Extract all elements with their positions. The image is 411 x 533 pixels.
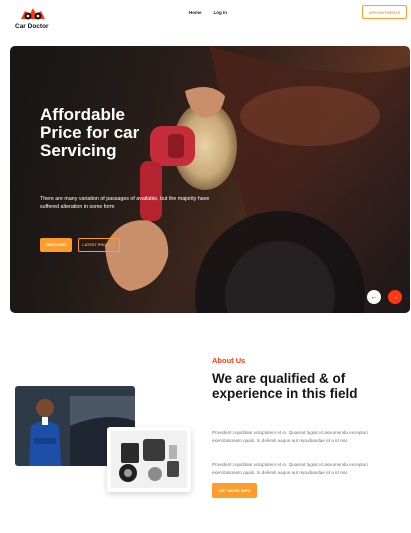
hero-car-polishing-image [105,46,410,313]
about-paragraph: Provident cupiditate voluptatem et in. Q… [212,462,368,475]
hero-description: There are many variation of passages of … [40,196,210,210]
about-title: We are qualified & of experience in this… [212,371,358,401]
nav-home[interactable]: Home [189,10,202,15]
appointments-button[interactable]: APPOINTMENTS [362,5,407,19]
arrow-left-icon[interactable]: ← [367,290,381,304]
hero-title: Affordable Price for car Servicing [40,105,140,160]
latest-project-button[interactable]: LATEST PROJECT [78,238,120,252]
car-parts-photo [107,427,191,492]
about-paragraph: Provident cupiditate voluptatem et in. Q… [212,430,368,443]
main-nav: Home Log In [189,10,227,15]
discover-button[interactable]: DISCOVER [40,238,72,252]
about-label: About Us [212,356,246,365]
hero-banner: Affordable Price for car Servicing There… [10,46,410,313]
logo-text: Car Doctor [15,23,49,30]
car-parts-illustration [111,431,187,488]
site-header: Car Doctor Home Log In APPOINTMENTS [0,0,411,40]
get-more-info-button[interactable]: GET MORE INFO [212,483,257,498]
arrow-right-icon[interactable]: → [388,290,402,304]
logo[interactable]: Car Doctor [15,5,55,33]
car-doctor-logo-icon [21,8,45,20]
nav-log-in[interactable]: Log In [214,10,228,15]
